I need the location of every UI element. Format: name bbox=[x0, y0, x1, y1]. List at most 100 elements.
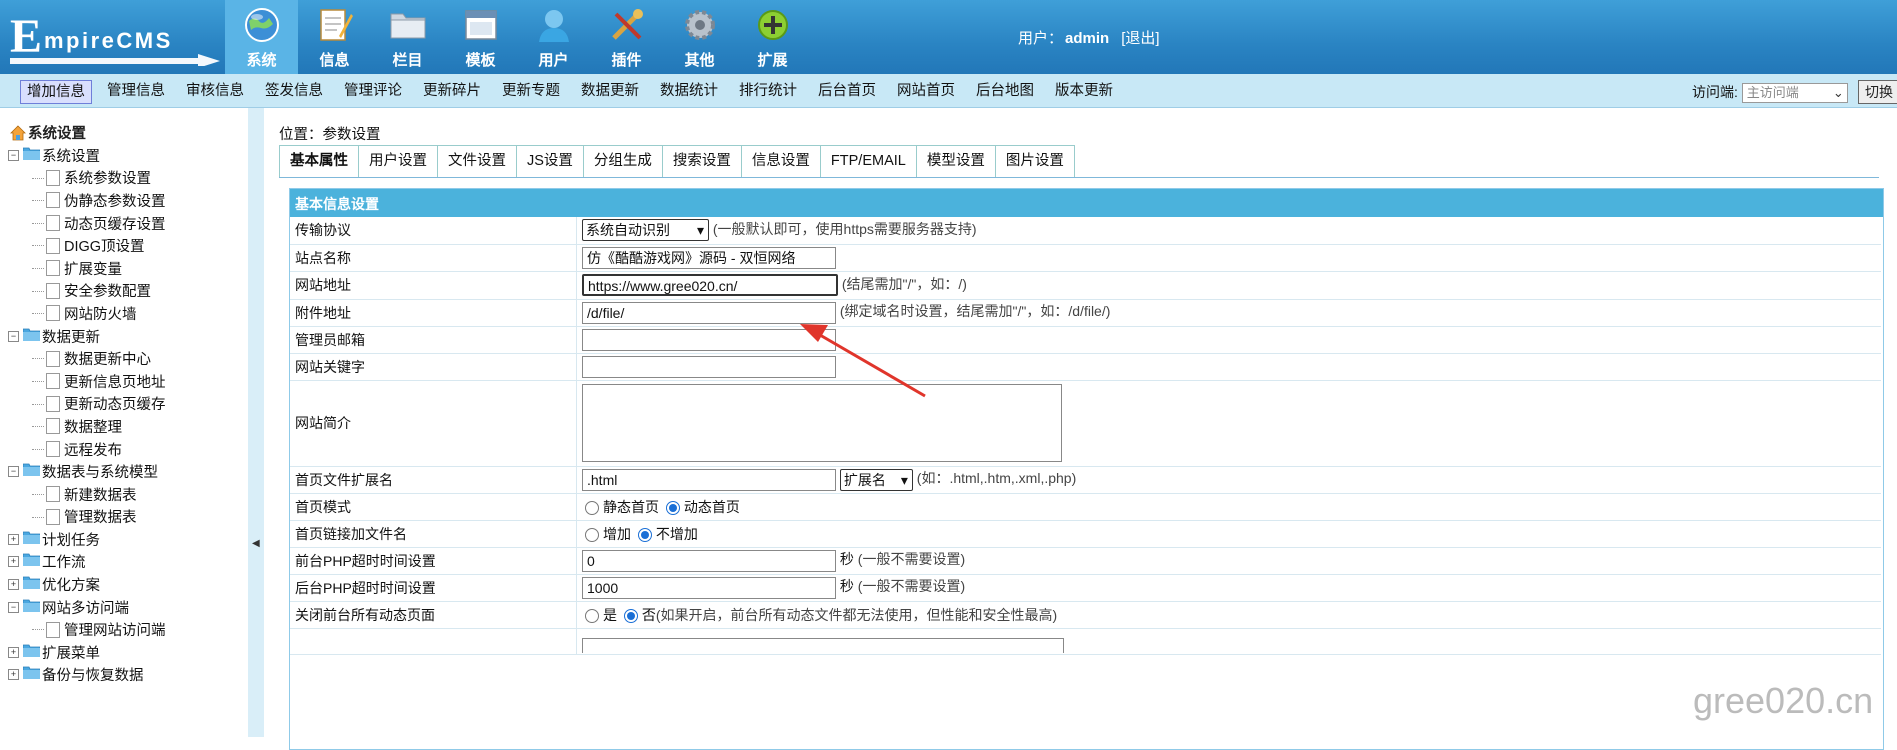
tree-leaf[interactable]: 安全参数配置 bbox=[32, 280, 166, 303]
ext-select[interactable]: 扩展名 ▾ bbox=[839, 468, 913, 491]
tab-0[interactable]: 基本属性 bbox=[279, 145, 359, 177]
submenu-item[interactable]: 后台地图 bbox=[970, 80, 1040, 102]
tree-root[interactable]: 系统设置 bbox=[10, 122, 86, 143]
sidebar-collapse-bar[interactable]: ◀ bbox=[248, 108, 264, 737]
tab-8[interactable]: 模型设置 bbox=[916, 145, 996, 177]
tree-leaf[interactable]: 数据整理 bbox=[32, 415, 166, 438]
tree-group[interactable]: − 数据更新 bbox=[8, 325, 166, 348]
tab-5[interactable]: 搜索设置 bbox=[662, 145, 742, 177]
collapse-icon[interactable]: − bbox=[8, 149, 19, 161]
tree-leaf[interactable]: 远程发布 bbox=[32, 438, 166, 461]
tab-9[interactable]: 图片设置 bbox=[995, 145, 1075, 177]
submenu-item[interactable]: 后台首页 bbox=[812, 80, 882, 102]
collapse-icon[interactable]: − bbox=[8, 601, 19, 613]
field-label: 后台PHP超时时间设置 bbox=[290, 574, 577, 602]
submenu-item[interactable]: 审核信息 bbox=[180, 80, 250, 102]
tree-leaf[interactable]: 更新信息页地址 bbox=[32, 370, 166, 393]
field-label: 首页文件扩展名 bbox=[290, 466, 577, 494]
backtimeout-input[interactable]: 1000 bbox=[582, 576, 836, 599]
submenu-item[interactable]: 更新碎片 bbox=[417, 80, 487, 102]
nav-item-7[interactable]: 扩展 bbox=[736, 0, 809, 74]
tree-leaf[interactable]: 动态页缓存设置 bbox=[32, 212, 166, 235]
radio-static[interactable] bbox=[585, 500, 599, 515]
expand-icon[interactable]: + bbox=[8, 556, 19, 568]
access-select[interactable]: 主访问端 ⌄ bbox=[1741, 83, 1848, 104]
field-hint: (一般不需要设置) bbox=[857, 578, 966, 595]
submenu-item[interactable]: 数据更新 bbox=[575, 80, 645, 102]
nav-item-6[interactable]: 其他 bbox=[663, 0, 736, 74]
radio-add[interactable] bbox=[585, 527, 599, 542]
expand-icon[interactable]: + bbox=[8, 533, 19, 545]
tree-group[interactable]: − 网站多访问端 bbox=[8, 596, 166, 619]
tree-group[interactable]: + 优化方案 bbox=[8, 573, 166, 596]
chevron-down-icon: ▾ bbox=[900, 471, 908, 488]
tree-leaf[interactable]: 更新动态页缓存 bbox=[32, 393, 166, 416]
nav-item-2[interactable]: 栏目 bbox=[371, 0, 444, 74]
submenu-item[interactable]: 网站首页 bbox=[891, 80, 961, 102]
tab-1[interactable]: 用户设置 bbox=[359, 145, 438, 177]
switch-button[interactable]: 切换 bbox=[1858, 80, 1897, 104]
tree-group[interactable]: + 工作流 bbox=[8, 551, 166, 574]
nav-item-0[interactable]: 系统 bbox=[225, 0, 298, 74]
radio-dynamic[interactable] bbox=[665, 500, 680, 515]
submenu-item[interactable]: 排行统计 bbox=[733, 80, 803, 102]
tree-leaf[interactable]: 管理网站访问端 bbox=[32, 618, 166, 641]
submenu-item[interactable]: 签发信息 bbox=[259, 80, 329, 102]
tab-6[interactable]: 信息设置 bbox=[741, 145, 821, 177]
empirecms-logo[interactable]: E mpireCMS bbox=[8, 10, 220, 68]
tree-group[interactable]: − 系统设置 bbox=[8, 144, 166, 167]
tree-leaf[interactable]: 伪静态参数设置 bbox=[32, 189, 166, 212]
logout-link[interactable]: [退出] bbox=[1121, 30, 1159, 47]
nav-item-3[interactable]: 模板 bbox=[444, 0, 517, 74]
siteurl-input[interactable]: https://www.gree020.cn/ bbox=[582, 274, 838, 297]
tree-group[interactable]: + 计划任务 bbox=[8, 528, 166, 551]
nav-item-5[interactable]: 插件 bbox=[590, 0, 663, 74]
document-icon bbox=[46, 305, 60, 322]
protocol-select[interactable]: 系统自动识别 ▾ bbox=[582, 219, 709, 242]
tree-leaf[interactable]: DIGG顶设置 bbox=[32, 234, 166, 257]
expand-icon[interactable]: + bbox=[8, 669, 19, 681]
tree-leaf[interactable]: 管理数据表 bbox=[32, 506, 166, 529]
radio-noadd[interactable] bbox=[637, 527, 652, 542]
tree-leaf[interactable]: 系统参数设置 bbox=[32, 167, 166, 190]
collapse-icon[interactable]: − bbox=[8, 330, 19, 342]
intro-textarea[interactable] bbox=[582, 384, 1062, 462]
partial-textarea[interactable] bbox=[582, 637, 1064, 653]
sitename-input[interactable]: 仿《酷酷游戏网》源码 - 双恒网络 bbox=[582, 246, 836, 269]
tree-leaf[interactable]: 网站防火墙 bbox=[32, 302, 166, 325]
radio-label: 静态首页 bbox=[603, 498, 659, 515]
tree-group[interactable]: + 备份与恢复数据 bbox=[8, 664, 166, 687]
tree-group[interactable]: + 扩展菜单 bbox=[8, 641, 166, 664]
expand-icon[interactable]: + bbox=[8, 646, 19, 658]
tree-leaf[interactable]: 扩展变量 bbox=[32, 257, 166, 280]
radio-no[interactable] bbox=[623, 608, 638, 623]
submenu-item[interactable]: 管理评论 bbox=[338, 80, 408, 102]
submenu-item[interactable]: 更新专题 bbox=[496, 80, 566, 102]
tab-3[interactable]: JS设置 bbox=[517, 145, 584, 177]
field-hint: (一般默认即可，使用https需要服务器支持) bbox=[712, 221, 977, 238]
tree-group[interactable]: − 数据表与系统模型 bbox=[8, 460, 166, 483]
expand-icon[interactable]: + bbox=[8, 579, 19, 591]
collapse-icon[interactable]: − bbox=[8, 466, 19, 478]
nav-item-4[interactable]: 用户 bbox=[517, 0, 590, 74]
folder-icon bbox=[22, 553, 42, 570]
field-label: 站点名称 bbox=[290, 244, 577, 272]
email-input[interactable] bbox=[582, 328, 836, 351]
tree-leaf[interactable]: 新建数据表 bbox=[32, 483, 166, 506]
submenu-item[interactable]: 数据统计 bbox=[654, 80, 724, 102]
keywords-input[interactable] bbox=[582, 355, 836, 378]
attachurl-input[interactable]: /d/file/ bbox=[582, 301, 836, 324]
radio-yes[interactable] bbox=[585, 608, 599, 623]
ext-input[interactable]: .html bbox=[582, 468, 836, 491]
tab-4[interactable]: 分组生成 bbox=[583, 145, 663, 177]
submenu-item[interactable]: 增加信息 bbox=[20, 80, 92, 104]
nav-item-1[interactable]: 信息 bbox=[298, 0, 371, 74]
tree-label: 网站防火墙 bbox=[64, 306, 137, 323]
tab-2[interactable]: 文件设置 bbox=[438, 145, 517, 177]
fronttimeout-input[interactable]: 0 bbox=[582, 549, 836, 572]
submenu-item[interactable]: 版本更新 bbox=[1049, 80, 1119, 102]
document-icon bbox=[46, 418, 60, 435]
tree-leaf[interactable]: 数据更新中心 bbox=[32, 347, 166, 370]
tab-7[interactable]: FTP/EMAIL bbox=[820, 145, 917, 177]
submenu-item[interactable]: 管理信息 bbox=[101, 80, 171, 102]
